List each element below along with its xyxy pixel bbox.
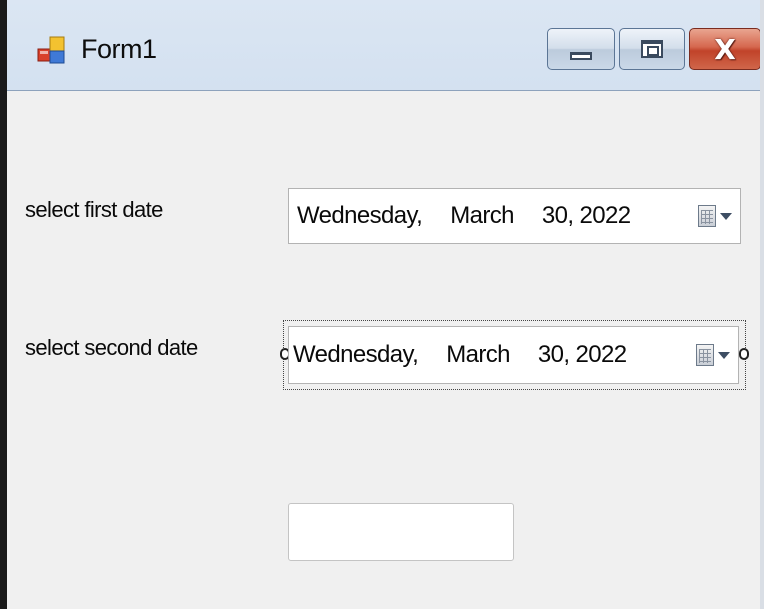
form1-window: Form1 X select first date Wednesday, Mar…: [0, 0, 764, 609]
second-date-day-year[interactable]: 30, 2022: [538, 341, 627, 369]
window-title: Form1: [81, 34, 157, 64]
minimize-icon: [570, 52, 592, 60]
first-date-day-year[interactable]: 30, 2022: [542, 202, 631, 230]
maximize-button[interactable]: [619, 28, 685, 70]
maximize-icon: [641, 40, 663, 58]
title-bar[interactable]: Form1 X: [7, 0, 760, 90]
second-date-month[interactable]: March: [446, 341, 510, 369]
second-date-label: select second date: [25, 335, 198, 360]
calendar-icon: [698, 205, 716, 227]
second-date-dropdown-button[interactable]: [696, 344, 730, 366]
result-textbox[interactable]: [288, 503, 514, 561]
calendar-icon: [696, 344, 714, 366]
first-date-month[interactable]: March: [450, 202, 514, 230]
close-button[interactable]: X: [689, 28, 760, 70]
first-date-label: select first date: [25, 197, 163, 222]
first-date-dropdown-button[interactable]: [698, 205, 732, 227]
resize-handle-right[interactable]: [739, 348, 749, 360]
chevron-down-icon: [720, 212, 732, 220]
first-date-picker[interactable]: Wednesday, March 30, 2022: [288, 188, 741, 244]
close-icon: X: [714, 32, 736, 66]
second-date-picker[interactable]: Wednesday, March 30, 2022: [288, 326, 739, 384]
minimize-button[interactable]: [547, 28, 615, 70]
chevron-down-icon: [718, 351, 730, 359]
second-date-day-of-week[interactable]: Wednesday,: [293, 341, 419, 369]
form-app-icon: [37, 36, 65, 64]
first-date-day-of-week[interactable]: Wednesday,: [297, 202, 423, 230]
